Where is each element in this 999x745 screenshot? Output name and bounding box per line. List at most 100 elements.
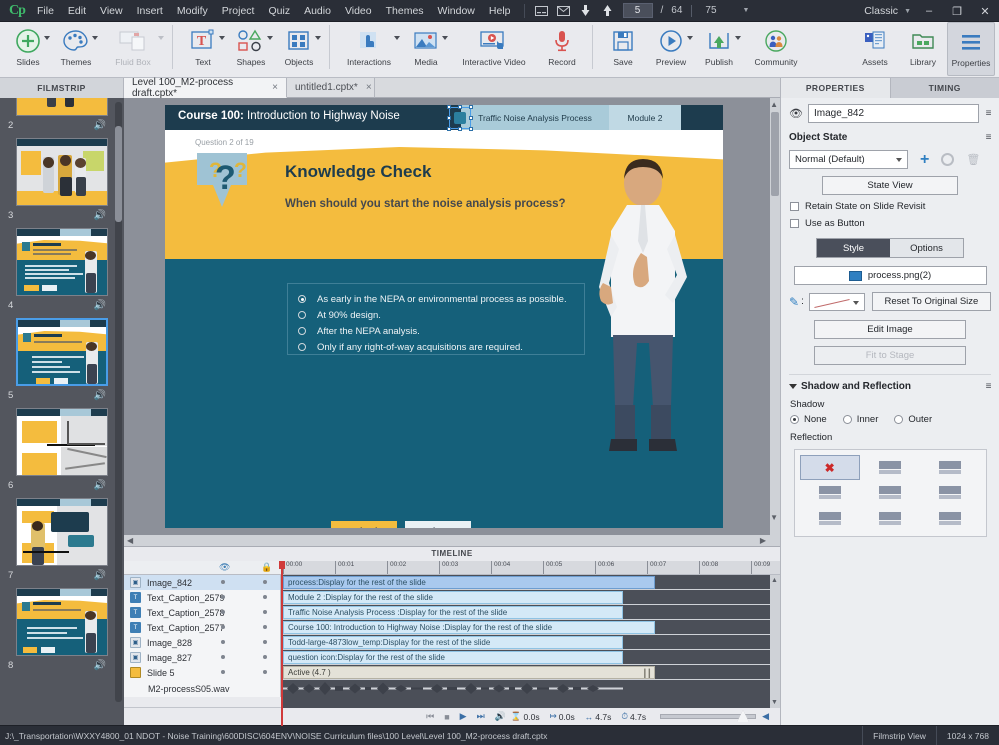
timeline-panel[interactable]: TIMELINE 👁 🔒 00:00 00:01 00:02 00:03 00:… bbox=[124, 546, 780, 726]
reset-original-size-button[interactable]: Reset To Original Size bbox=[871, 292, 991, 311]
filmstrip-slide-8[interactable]: 8 🔊 bbox=[0, 584, 124, 674]
zoom-slider-handle[interactable] bbox=[737, 710, 750, 722]
chevron-down-icon[interactable] bbox=[267, 36, 273, 40]
email-icon[interactable] bbox=[555, 2, 573, 20]
slide-canvas[interactable]: Course 100: Introduction to Highway Nois… bbox=[165, 105, 723, 528]
row-lock-toggle[interactable] bbox=[263, 580, 267, 584]
row-visibility-toggle[interactable] bbox=[221, 595, 225, 599]
timeline-row-image-828[interactable]: ▣ Image_828 Todd-large-4873low_temp:Disp… bbox=[124, 635, 780, 650]
row-visibility-toggle[interactable] bbox=[221, 580, 225, 584]
row-lock-toggle[interactable] bbox=[263, 595, 267, 599]
timeline-row-image-827[interactable]: ▣ Image_827 question icon:Display for th… bbox=[124, 650, 780, 665]
tool-community[interactable]: Community bbox=[743, 22, 809, 76]
menu-video[interactable]: Video bbox=[338, 0, 379, 22]
timeline-row-text-caption-2577[interactable]: T Text_Caption_2577 Course 100: Introduc… bbox=[124, 620, 780, 635]
menu-quiz[interactable]: Quiz bbox=[261, 0, 297, 22]
clear-button[interactable]: Clear bbox=[405, 521, 471, 528]
chevron-down-icon[interactable] bbox=[896, 158, 902, 162]
tool-themes[interactable]: Themes bbox=[52, 22, 100, 76]
zoom-dropdown-icon[interactable]: ▼ bbox=[743, 7, 750, 14]
row-lock-toggle[interactable] bbox=[263, 640, 267, 644]
timeline-bar[interactable]: Todd-large-4873low_temp:Display for the … bbox=[283, 636, 623, 649]
play-icon[interactable]: ▶ bbox=[460, 711, 467, 722]
pause-marker-icon[interactable]: ┃┃ bbox=[642, 669, 652, 678]
segment-style[interactable]: Style bbox=[817, 239, 890, 257]
stroke-style-select[interactable] bbox=[808, 292, 865, 311]
timeline-row-slide-5[interactable]: Slide 5 Active (4.7 ) ┃┃ bbox=[124, 665, 780, 680]
menu-edit[interactable]: Edit bbox=[61, 0, 93, 22]
tool-record[interactable]: Record bbox=[538, 22, 586, 76]
properties-panel[interactable]: 👁 Image_842 ≡ Object State ≡ Normal (Def… bbox=[780, 98, 999, 725]
eye-icon[interactable]: 👁 bbox=[219, 562, 230, 573]
reflection-preset-8[interactable] bbox=[860, 506, 920, 531]
shadow-option-none[interactable]: None bbox=[790, 414, 827, 425]
minimize-button[interactable]: – bbox=[915, 0, 943, 22]
radio-icon[interactable] bbox=[298, 327, 306, 335]
segment-options[interactable]: Options bbox=[890, 239, 963, 257]
view-mode-label[interactable]: Filmstrip View bbox=[862, 725, 936, 745]
chevron-down-icon[interactable] bbox=[219, 36, 225, 40]
filmstrip-slide-2[interactable]: 2 🔊 bbox=[0, 98, 124, 134]
state-view-button[interactable]: State View bbox=[822, 176, 958, 195]
radio-icon[interactable] bbox=[298, 311, 306, 319]
reflection-preset-9[interactable] bbox=[920, 506, 980, 531]
workspace-caret-icon[interactable]: ▼ bbox=[904, 8, 911, 15]
timeline-playhead[interactable] bbox=[281, 561, 283, 726]
last-frame-icon[interactable]: ⏭ bbox=[477, 711, 485, 722]
speaker-icon[interactable]: 🔊 bbox=[94, 480, 106, 491]
tab-timing[interactable]: TIMING bbox=[889, 78, 999, 98]
speaker-icon[interactable]: 🔊 bbox=[94, 390, 106, 401]
timeline-row-text-caption-2578[interactable]: T Text_Caption_2578 Traffic Noise Analys… bbox=[124, 605, 780, 620]
close-button[interactable]: ✕ bbox=[971, 0, 999, 22]
stage-area[interactable]: Course 100: Introduction to Highway Nois… bbox=[124, 98, 780, 546]
chevron-down-icon[interactable] bbox=[92, 36, 98, 40]
tool-library[interactable]: Library bbox=[899, 22, 947, 76]
move-up-icon[interactable] bbox=[599, 2, 617, 20]
scroll-up-icon[interactable]: ▲ bbox=[770, 100, 778, 109]
timeline-row-name-cell[interactable]: Slide 5 bbox=[124, 665, 281, 680]
tool-media[interactable]: Media bbox=[402, 22, 450, 76]
menu-view[interactable]: View bbox=[93, 0, 130, 22]
slide-chip-module[interactable]: Module 2 bbox=[609, 105, 681, 130]
tool-interactive-video[interactable]: Interactive Video bbox=[450, 22, 538, 76]
menu-file[interactable]: File bbox=[30, 0, 61, 22]
timeline-row-name-cell[interactable]: ▣ Image_827 bbox=[124, 650, 281, 665]
chevron-down-icon[interactable] bbox=[394, 36, 400, 40]
menu-themes[interactable]: Themes bbox=[379, 0, 431, 22]
filmstrip-slide-6[interactable]: 6 🔊 bbox=[0, 404, 124, 494]
reflection-presets-grid[interactable]: ✖ bbox=[793, 449, 987, 537]
speaker-icon[interactable]: 🔊 bbox=[94, 120, 106, 131]
shadow-option-inner[interactable]: Inner bbox=[842, 414, 878, 425]
tool-interactions[interactable]: Interactions bbox=[336, 22, 402, 76]
shadow-radio-group[interactable]: None Inner Outer bbox=[781, 410, 999, 425]
closed-caption-icon[interactable] bbox=[533, 2, 551, 20]
tab-properties[interactable]: PROPERTIES bbox=[780, 78, 890, 98]
radio-icon[interactable] bbox=[298, 295, 306, 303]
state-select[interactable]: Normal (Default) bbox=[789, 150, 908, 169]
reflection-preset-5[interactable] bbox=[860, 480, 920, 505]
tool-publish[interactable]: Publish bbox=[695, 22, 743, 76]
scroll-right-icon[interactable]: ▶ bbox=[760, 536, 766, 545]
scroll-down-icon[interactable]: ▼ bbox=[771, 699, 778, 706]
audio-waveform[interactable] bbox=[283, 680, 623, 697]
document-tab-untitled[interactable]: untitled1.cptx* × bbox=[287, 78, 375, 98]
maximize-button[interactable]: ❐ bbox=[943, 0, 971, 22]
lock-icon[interactable]: 🔒 bbox=[261, 562, 272, 573]
timeline-row-name-cell[interactable]: T Text_Caption_2578 bbox=[124, 605, 281, 620]
answer-option-3[interactable]: After the NEPA analysis. bbox=[288, 323, 584, 339]
chevron-down-icon[interactable] bbox=[735, 36, 741, 40]
panel-menu-icon[interactable]: ≡ bbox=[986, 381, 992, 392]
submit-button[interactable]: Submit bbox=[331, 521, 397, 528]
shadow-reflection-header[interactable]: Shadow and Reflection ≡ bbox=[781, 375, 999, 392]
process-image[interactable] bbox=[454, 112, 466, 124]
scroll-down-icon[interactable]: ▼ bbox=[770, 513, 778, 522]
stage-horizontal-scrollbar[interactable]: ◀ ▶ bbox=[124, 535, 780, 546]
stage-vertical-scrollbar[interactable]: ▲ ▼ bbox=[770, 98, 780, 536]
menu-insert[interactable]: Insert bbox=[130, 0, 170, 22]
reflection-preset-none[interactable]: ✖ bbox=[799, 455, 860, 481]
row-visibility-toggle[interactable] bbox=[221, 640, 225, 644]
timeline-vertical-scrollbar[interactable]: ▲ ▼ bbox=[770, 575, 780, 708]
radio-icon[interactable] bbox=[842, 415, 852, 424]
answer-options-group[interactable]: As early in the NEPA or environmental pr… bbox=[287, 283, 585, 355]
eye-icon[interactable]: 👁 bbox=[789, 107, 803, 120]
